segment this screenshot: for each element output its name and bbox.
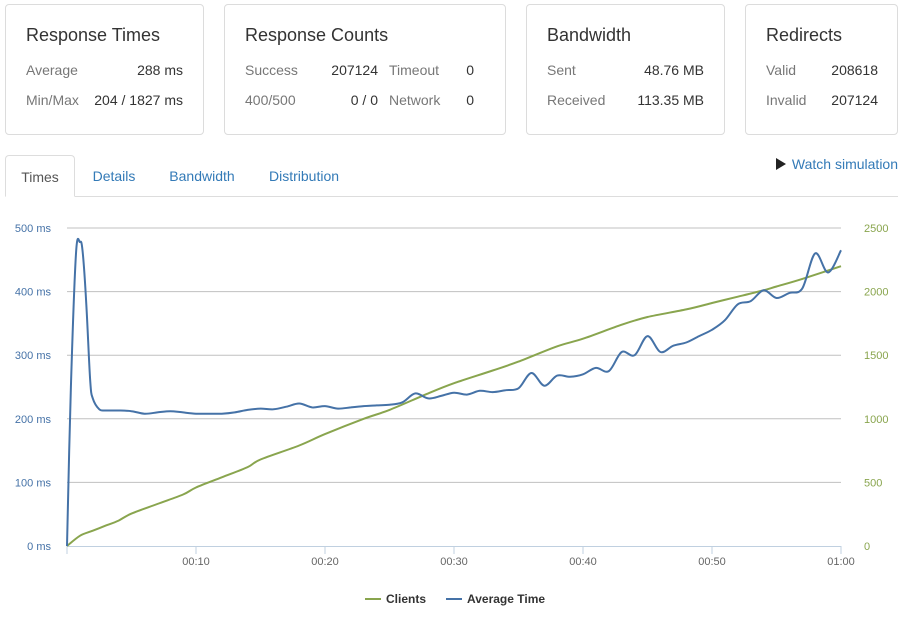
y-left-tick-label: 100 ms — [15, 477, 52, 489]
x-tick-label: 00:20 — [311, 556, 339, 568]
x-tick-label: 00:40 — [569, 556, 597, 568]
response-counts-card: Response Counts Success 207124 Timeout 0… — [224, 4, 506, 135]
invalid-label: Invalid — [766, 92, 807, 108]
valid-label: Valid — [766, 62, 797, 78]
series-line-clients — [66, 265, 842, 547]
x-tick-label: 00:50 — [698, 556, 726, 568]
sent-value: 48.76 MB — [644, 62, 704, 78]
success-value: 207124 — [331, 62, 378, 78]
axes: 0 ms 100 ms 200 ms 300 ms 400 ms 500 ms 0 500 10… — [15, 223, 889, 568]
legend: Clients Average Time — [365, 592, 545, 606]
minmax-label: Min/Max — [26, 92, 79, 108]
success-label: Success — [245, 62, 298, 78]
x-tick-label: 00:10 — [182, 556, 210, 568]
y-right-tick-label: 1500 — [864, 350, 888, 362]
y-left-tick-label: 400 ms — [15, 287, 52, 299]
series-lines — [66, 237, 842, 547]
y-left-tick-label: 200 ms — [15, 414, 52, 426]
received-value: 113.35 MB — [637, 92, 704, 108]
chart-tabs: Times Details Bandwidth Distribution — [5, 155, 898, 197]
average-value: 288 ms — [137, 62, 183, 78]
card-title: Redirects — [766, 25, 843, 45]
series-line-average-time — [66, 237, 842, 547]
y-left-tick-label: 300 ms — [15, 350, 52, 362]
y-left-tick-label: 500 ms — [15, 223, 52, 235]
tab-distribution[interactable]: Distribution — [257, 155, 351, 197]
error-value: 0 / 0 — [350, 92, 378, 108]
grid-lines — [67, 227, 841, 483]
tab-details[interactable]: Details — [79, 155, 149, 197]
tab-bandwidth[interactable]: Bandwidth — [157, 155, 247, 197]
x-tick-label: 00:30 — [440, 556, 468, 568]
timeout-value: 0 — [466, 62, 474, 78]
y-right-tick-label: 2500 — [864, 223, 888, 235]
x-tick-label: 01:00 — [827, 556, 855, 568]
card-title: Bandwidth — [547, 25, 632, 45]
watch-simulation-button[interactable]: Watch simulation — [775, 156, 898, 172]
tab-times[interactable]: Times — [5, 155, 75, 197]
y-right-tick-label: 500 — [864, 477, 882, 489]
card-title: Response Counts — [245, 25, 389, 45]
play-icon — [775, 158, 786, 170]
y-right-tick-label: 0 — [864, 541, 870, 553]
card-title: Response Times — [26, 25, 161, 45]
received-label: Received — [547, 92, 606, 108]
minmax-value: 204 / 1827 ms — [94, 92, 183, 108]
y-right-tick-label: 2000 — [864, 287, 888, 299]
invalid-value: 207124 — [831, 92, 878, 108]
response-times-card: Response Times Average 288 ms Min/Max 20… — [5, 4, 204, 135]
legend-item-label: Average Time — [467, 592, 545, 606]
network-label: Network — [389, 92, 441, 108]
y-left-tick-label: 0 ms — [27, 541, 51, 553]
y-right-tick-label: 1000 — [864, 414, 888, 426]
redirects-card: Redirects Valid 208618 Invalid 207124 — [745, 4, 898, 135]
average-label: Average — [26, 62, 78, 78]
network-value: 0 — [466, 92, 474, 108]
valid-value: 208618 — [831, 62, 878, 78]
sent-label: Sent — [547, 62, 576, 78]
watch-simulation-label: Watch simulation — [791, 156, 898, 172]
error-label: 400/500 — [245, 92, 296, 108]
timeout-label: Timeout — [389, 62, 440, 78]
legend-item-label: Clients — [386, 592, 426, 606]
bandwidth-card: Bandwidth Sent 48.76 MB Received 113.35 … — [526, 4, 725, 135]
